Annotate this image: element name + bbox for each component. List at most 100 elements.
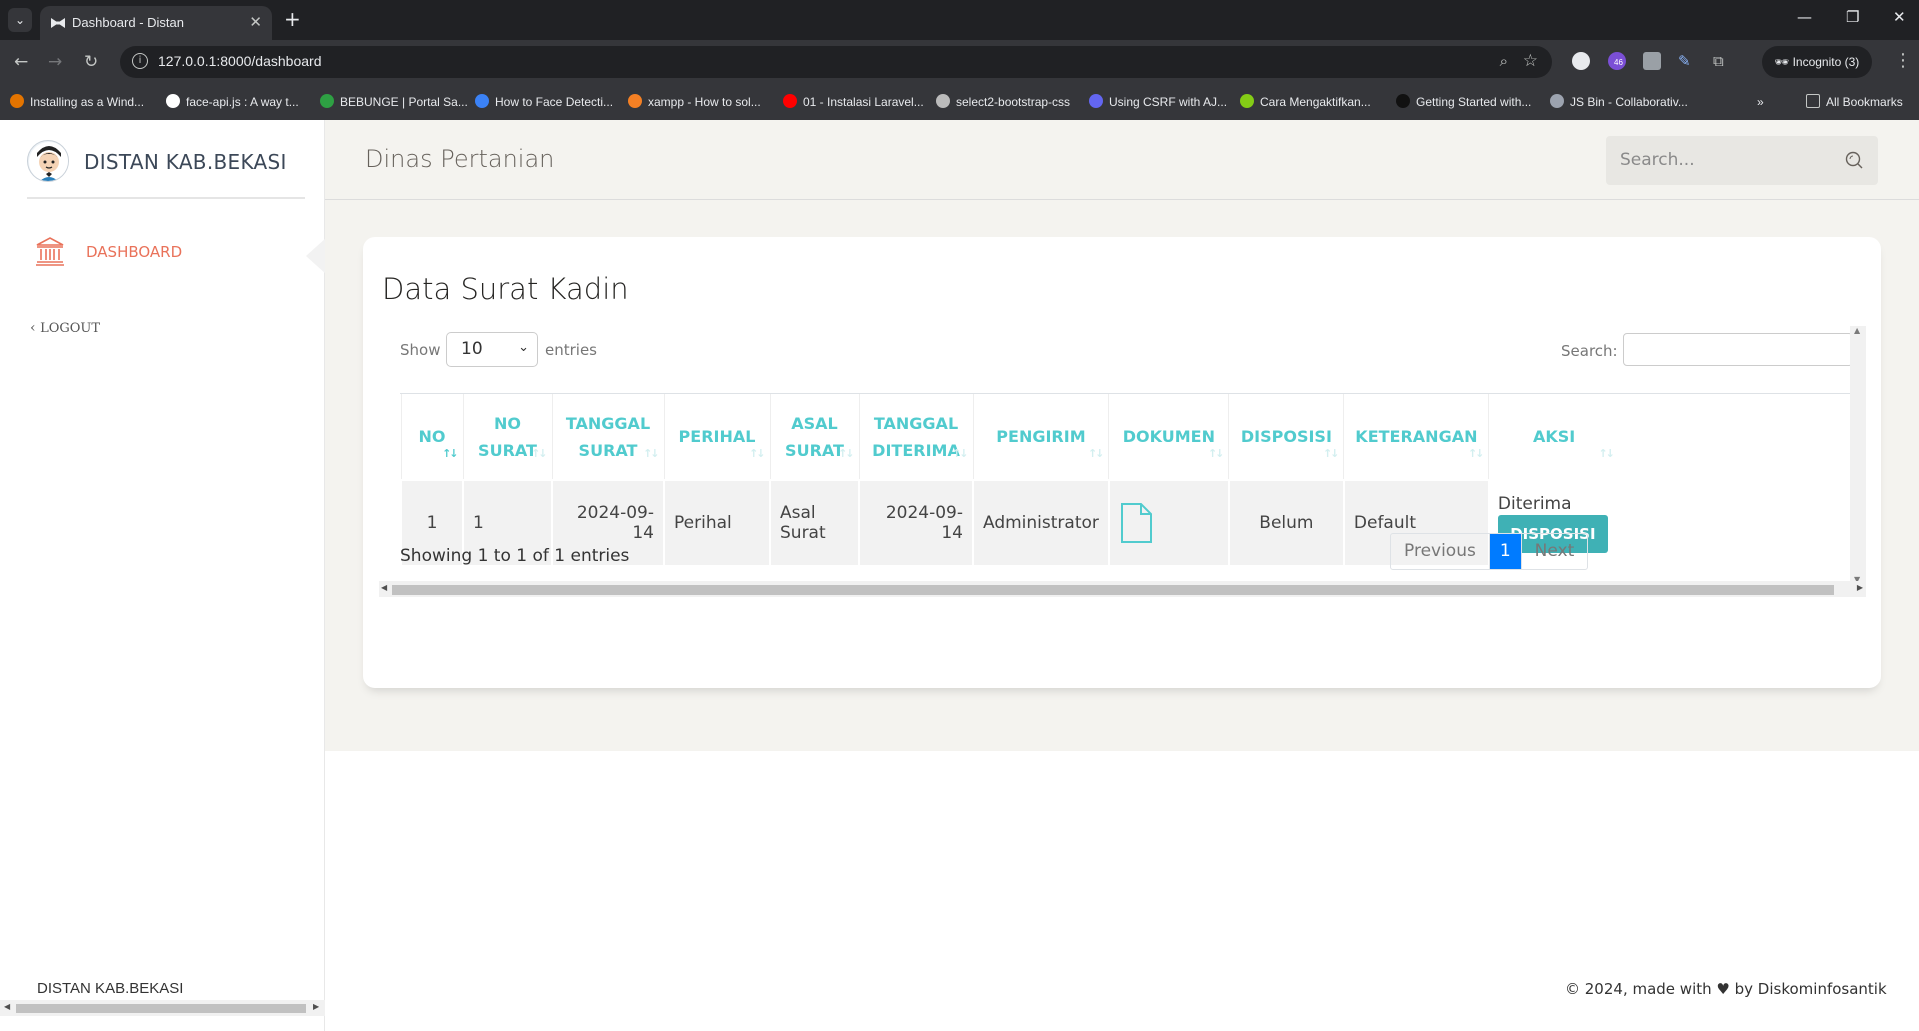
- page-length-control: Show 10 ⌄ entries: [400, 332, 597, 367]
- back-icon[interactable]: ←: [14, 52, 28, 72]
- bookmark-label: Installing as a Wind...: [30, 95, 145, 109]
- bookmark-label: select2-bootstrap-css: [956, 95, 1071, 109]
- overflow-bookmarks-icon[interactable]: »: [1757, 93, 1764, 111]
- bookmark-item[interactable]: Using CSRF with AJ...: [1089, 93, 1227, 111]
- page-length-select[interactable]: 10 ⌄: [446, 332, 538, 367]
- column-header[interactable]: NO SURAT ↑↓: [462, 394, 552, 480]
- bookmark-label: Getting Started with...: [1416, 95, 1532, 109]
- sidebar: DISTAN KAB.BEKASI DASHBOARD ‹ LOGOUT DIS…: [0, 120, 326, 1031]
- bookmark-favicon-icon: [320, 94, 334, 108]
- next-page-button[interactable]: Next: [1520, 534, 1588, 569]
- top-navbar: Dinas Pertanian Search...: [325, 120, 1919, 200]
- sidebar-item-logout[interactable]: ‹ LOGOUT: [30, 320, 100, 336]
- close-window-icon[interactable]: ✕: [1893, 8, 1906, 26]
- column-header[interactable]: PENGIRIM ↑↓: [972, 394, 1109, 480]
- scroll-right-arrow-icon[interactable]: ▶: [313, 1002, 319, 1011]
- scrollbar-thumb[interactable]: [392, 585, 1834, 595]
- cell-tanggal-diterima: 2024-09-14: [858, 479, 974, 567]
- scroll-up-arrow-icon[interactable]: ▲: [1854, 326, 1860, 335]
- column-header-label: ASAL: [791, 413, 838, 433]
- site-info-icon[interactable]: i: [132, 53, 148, 69]
- heart-icon: ♥: [1716, 980, 1730, 998]
- sidebar-horizontal-scrollbar[interactable]: ◀ ▶: [0, 1000, 325, 1016]
- bookmarks-bar: » All Bookmarks Installing as a Wind... f…: [0, 84, 1919, 120]
- close-tab-icon[interactable]: ✕: [249, 13, 262, 31]
- scroll-right-arrow-icon[interactable]: ▶: [1857, 583, 1863, 592]
- browser-tab[interactable]: Dashboard - Distan ✕: [40, 6, 272, 40]
- column-header[interactable]: ASAL SURAT ↑↓: [769, 394, 859, 480]
- navbar-search-input[interactable]: Search...: [1606, 136, 1878, 185]
- table-vertical-scrollbar[interactable]: ▲ ▼: [1850, 326, 1866, 584]
- sort-icon: ↑↓: [749, 447, 766, 460]
- bookmark-item[interactable]: face-api.js : A way t...: [166, 93, 299, 111]
- search-placeholder: Search...: [1620, 150, 1695, 170]
- cell-perihal: Perihal: [663, 479, 771, 567]
- restore-icon[interactable]: ❐: [1846, 8, 1859, 26]
- all-bookmarks[interactable]: All Bookmarks: [1806, 93, 1903, 111]
- column-header[interactable]: DISPOSISI ↑↓: [1228, 394, 1344, 480]
- footer-copyright: © 2024, made with ♥ by Diskominfosantik: [1565, 980, 1887, 998]
- file-icon[interactable]: [1119, 503, 1153, 543]
- column-header[interactable]: NO ↑↓: [400, 394, 463, 480]
- column-header[interactable]: KETERANGAN ↑↓: [1343, 394, 1489, 480]
- bookmark-item[interactable]: Cara Mengaktifkan...: [1240, 93, 1371, 111]
- pen-extension-icon[interactable]: ✎: [1678, 52, 1696, 70]
- bookmark-item[interactable]: JS Bin - Collaborativ...: [1550, 93, 1688, 111]
- incognito-indicator[interactable]: 🕶 Incognito (3): [1762, 46, 1872, 78]
- sidebar-brand[interactable]: DISTAN KAB.BEKASI: [27, 140, 305, 199]
- all-bookmarks-label: All Bookmarks: [1826, 95, 1903, 109]
- minimize-icon[interactable]: —: [1797, 8, 1812, 26]
- bookmark-item[interactable]: 01 - Instalasi Laravel...: [783, 93, 924, 111]
- sidebar-item-dashboard[interactable]: DASHBOARD: [34, 235, 294, 275]
- bookmark-item[interactable]: select2-bootstrap-css: [936, 93, 1070, 111]
- screenshot-extension-icon[interactable]: [1643, 52, 1661, 70]
- previous-page-button[interactable]: Previous: [1391, 534, 1489, 569]
- tab-search-button[interactable]: ⌄: [8, 8, 32, 32]
- column-header[interactable]: PERIHAL ↑↓: [663, 394, 770, 480]
- forward-icon[interactable]: →: [48, 52, 62, 72]
- page-length-value: 10: [461, 339, 483, 359]
- new-tab-button[interactable]: +: [284, 7, 301, 31]
- search-icon[interactable]: [1844, 150, 1864, 170]
- extension-badge-icon[interactable]: 46: [1608, 52, 1626, 70]
- bookmark-item[interactable]: BEBUNGE | Portal Sa...: [320, 93, 468, 111]
- column-header[interactable]: TANGGAL DITERIMA ↑↓: [858, 394, 973, 480]
- bookmark-star-icon[interactable]: ☆: [1523, 51, 1538, 71]
- bookmark-label: xampp - How to sol...: [648, 95, 761, 109]
- page-title[interactable]: Dinas Pertanian: [365, 145, 554, 173]
- page-1-button[interactable]: 1: [1488, 534, 1521, 569]
- bookmark-item[interactable]: How to Face Detecti...: [475, 93, 613, 111]
- pagination: Previous 1 Next: [1390, 533, 1589, 570]
- bookmark-favicon-icon: [1240, 94, 1254, 108]
- bookmark-item[interactable]: Getting Started with...: [1396, 93, 1531, 111]
- bookmark-favicon-icon: [475, 94, 489, 108]
- sidebar-item-label: LOGOUT: [40, 321, 101, 336]
- zoom-icon[interactable]: ⌕: [1500, 52, 1508, 70]
- column-header[interactable]: DOKUMEN ↑↓: [1108, 394, 1229, 480]
- scroll-left-arrow-icon[interactable]: ◀: [4, 1002, 10, 1011]
- reload-icon[interactable]: ↻: [84, 52, 98, 72]
- sidebar-item-label: DASHBOARD: [86, 243, 183, 261]
- scrollbar-thumb[interactable]: [16, 1004, 306, 1013]
- table-horizontal-scrollbar[interactable]: ◀ ▶: [379, 581, 1866, 597]
- column-header[interactable]: AKSI ↑↓: [1488, 394, 1619, 480]
- scroll-left-arrow-icon[interactable]: ◀: [381, 583, 387, 592]
- page: DISTAN KAB.BEKASI DASHBOARD ‹ LOGOUT DIS…: [0, 120, 1919, 1031]
- table-search-input[interactable]: [1623, 333, 1853, 366]
- cell-disposisi: Belum: [1227, 479, 1345, 567]
- bookmark-item[interactable]: Installing as a Wind...: [10, 93, 144, 111]
- bookmark-favicon-icon: [166, 94, 180, 108]
- address-bar[interactable]: i 127.0.0.1:8000/dashboard ⌕ ☆: [120, 46, 1552, 78]
- column-header[interactable]: TANGGAL SURAT ↑↓: [551, 394, 664, 480]
- bookmark-favicon-icon: [936, 94, 950, 108]
- copyright-suffix: by Diskominfosantik: [1734, 980, 1887, 998]
- extensions-puzzle-icon[interactable]: ⧉: [1713, 52, 1731, 70]
- bookmark-label: Using CSRF with AJ...: [1109, 95, 1228, 109]
- sort-icon: ↑↓: [1598, 447, 1615, 460]
- bookmark-item[interactable]: xampp - How to sol...: [628, 93, 761, 111]
- sort-icon: ↑↓: [1087, 447, 1105, 460]
- extension-icon[interactable]: [1572, 52, 1590, 70]
- show-label: Show: [400, 341, 441, 359]
- entries-label: entries: [545, 341, 597, 359]
- browser-menu-icon[interactable]: ⋮: [1894, 50, 1912, 71]
